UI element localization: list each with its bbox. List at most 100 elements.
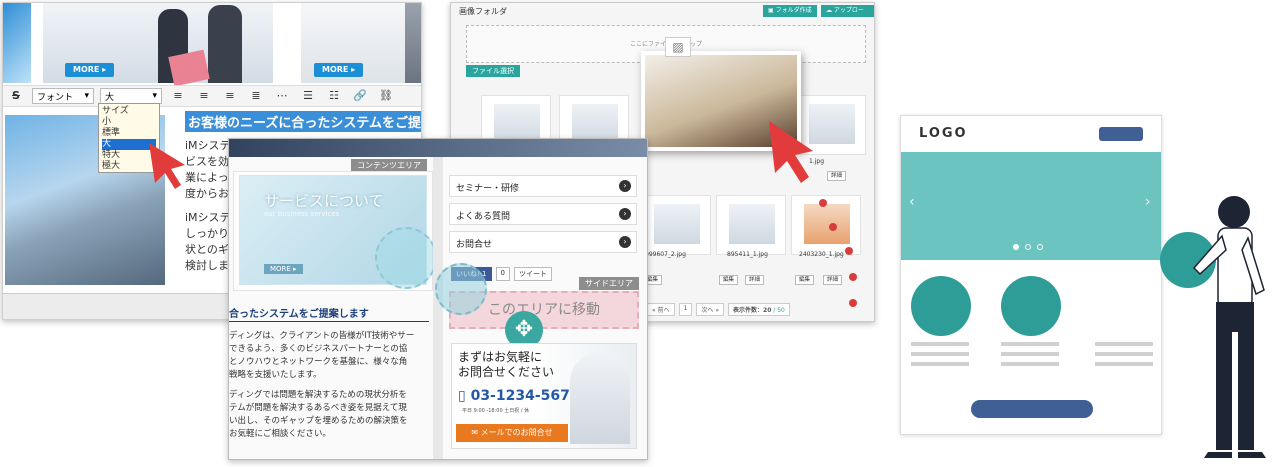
column-divider: [433, 157, 443, 459]
detail-button[interactable]: 詳細: [745, 275, 765, 285]
decorative-circle: [375, 227, 437, 289]
pager-page[interactable]: 1: [678, 303, 693, 316]
drag-ghost-circle: [435, 263, 487, 315]
mail-contact-button[interactable]: ✉ メールでのお問合せ: [456, 424, 568, 442]
file-select-button[interactable]: ファイル選択: [466, 65, 520, 77]
pointer-arrow-icon: [149, 143, 185, 189]
editor-toolbar: S フォント ▾ 大 ▾ ≡ ≡ ≡ ≣ ⋯ ☰ ☷ 🔗 ⛓: [3, 85, 421, 107]
body-line: お気軽にご相談ください。: [229, 429, 331, 439]
banner-image-edge: [405, 3, 421, 83]
slider-dot[interactable]: [1025, 244, 1031, 250]
phone-number: ▯ 03-1234-5678: [458, 388, 580, 404]
body-line: 戦略を支援いたします。: [229, 370, 322, 380]
font-select-value: フォント: [37, 92, 74, 103]
header-strip: [229, 139, 647, 157]
menu-item-seminar[interactable]: セミナー・研修 ›: [449, 175, 637, 197]
size-option[interactable]: 標準: [102, 128, 156, 139]
size-option[interactable]: 小: [102, 117, 156, 128]
pointer-arrow-icon: [769, 121, 813, 183]
size-select-value: 大: [105, 92, 115, 103]
file-thumbnail[interactable]: [641, 195, 711, 255]
link-icon[interactable]: 🔗: [351, 88, 369, 104]
upload-button[interactable]: ☁ アップロード: [821, 5, 874, 26]
body-line: iMシステ: [185, 211, 231, 224]
align-left-icon[interactable]: ≡: [169, 88, 187, 104]
banner-image-left: [3, 3, 31, 83]
tweet-button[interactable]: ツイート: [513, 267, 552, 281]
detail-button[interactable]: 詳細: [827, 171, 847, 181]
business-hours: 平日 9:00 -18:00 土日祝 / 休: [462, 408, 530, 414]
detail-button[interactable]: 詳細: [823, 275, 843, 285]
body-line: とノウハウとネットワークを基盤に、様々な角: [229, 357, 408, 367]
size-select[interactable]: 大 ▾: [100, 88, 162, 104]
create-folder-button[interactable]: ▣ フォルダ作成: [763, 5, 817, 17]
contact-question-2: お問合せください: [458, 365, 555, 379]
menu-label: お問合せ: [456, 240, 493, 250]
body-line: しっかり: [185, 227, 229, 240]
page-count[interactable]: 表示件数：20 / 50: [728, 303, 790, 316]
menu-item-contact[interactable]: お問合せ ›: [449, 231, 637, 253]
body-line: い出し、そのギャップを埋めるための解決策を: [229, 416, 408, 426]
slider-next-icon[interactable]: ›: [1145, 194, 1151, 210]
pager-next[interactable]: 次へ »: [696, 303, 725, 316]
responsive-mockup: LOGO ‹ ›: [900, 115, 1162, 435]
edit-button[interactable]: 編集: [719, 275, 739, 285]
size-option[interactable]: サイズ: [102, 106, 156, 117]
body-line: ビスを効: [185, 155, 229, 168]
cta-button[interactable]: [971, 400, 1093, 418]
align-justify-icon[interactable]: ≣: [247, 88, 265, 104]
more-button-left[interactable]: MORE ▸: [65, 63, 115, 77]
slider-dot[interactable]: [1037, 244, 1043, 250]
strikethrough-icon[interactable]: S: [7, 88, 25, 104]
body-line: 検討しま: [185, 259, 229, 272]
hero-slider[interactable]: ‹ ›: [901, 152, 1161, 260]
feature-circle: [1001, 276, 1061, 336]
pagination: « 前へ 1 次へ » 表示件数：20 / 50: [647, 303, 790, 316]
align-center-icon[interactable]: ≡: [195, 88, 213, 104]
selected-heading-text[interactable]: お客様のニーズに合ったシステムをご提: [185, 111, 421, 132]
edit-button[interactable]: 編集: [795, 275, 815, 285]
red-dot: [849, 273, 857, 281]
contact-banner[interactable]: まずはお気軽に お問合せください ▯ 03-1234-5678 平日 9:00 …: [451, 343, 637, 449]
font-select[interactable]: フォント ▾: [32, 88, 94, 104]
like-count: 0: [495, 267, 510, 281]
body-heading: 合ったシステムをご提案します: [229, 309, 369, 320]
body-line: 度からお: [185, 187, 229, 200]
bullet-list-icon[interactable]: ☷: [325, 88, 343, 104]
placeholder-line: [1095, 352, 1153, 356]
feature-circle: [911, 276, 971, 336]
placeholder-line: [1095, 342, 1153, 346]
placeholder-line: [911, 342, 969, 346]
menu-label: セミナー・研修: [456, 184, 520, 194]
slider-dot-active[interactable]: [1013, 244, 1019, 250]
menu-item-faq[interactable]: よくある質問 ›: [449, 203, 637, 225]
ordered-list-icon[interactable]: ☰: [299, 88, 317, 104]
menu-button[interactable]: [1099, 127, 1143, 141]
layout-editor-panel: コンテンツエリア サービスについて our business services …: [228, 138, 648, 460]
phone-value: 03-1234-5678: [470, 388, 580, 404]
more-button-right[interactable]: MORE ▸: [314, 63, 364, 77]
red-dot: [845, 247, 853, 255]
count-total: / 50: [773, 307, 785, 314]
folder-title: 画像フォルダ: [459, 7, 507, 16]
unlink-icon[interactable]: ⛓: [377, 88, 395, 104]
file-thumbnail[interactable]: [716, 195, 786, 255]
count-label: 表示件数：: [733, 307, 764, 314]
body-line: 状とのギ: [185, 243, 229, 256]
menu-label: よくある質問: [456, 212, 511, 222]
service-more-button[interactable]: MORE ▸: [264, 264, 303, 274]
more-dots-icon[interactable]: ⋯: [273, 88, 291, 104]
file-caption: 2403230_1.jpg: [799, 251, 844, 258]
service-title: サービスについて: [264, 192, 384, 210]
body-line: ディングは、クライアントの皆様がIT技術やサー: [229, 331, 415, 341]
body-line: 業によっ: [185, 171, 229, 184]
slider-prev-icon[interactable]: ‹: [909, 194, 915, 210]
logo-text: LOGO: [919, 126, 968, 141]
body-line: できるよう、多くのビジネスパートナーとの協: [229, 344, 408, 354]
chevron-right-icon: ›: [619, 208, 631, 220]
operator-image: [570, 352, 630, 444]
body-line: ディングでは問題を解決するための現状分析を: [229, 390, 407, 400]
person-illustration: [1192, 196, 1266, 458]
pager-prev[interactable]: « 前へ: [647, 303, 675, 316]
align-right-icon[interactable]: ≡: [221, 88, 239, 104]
